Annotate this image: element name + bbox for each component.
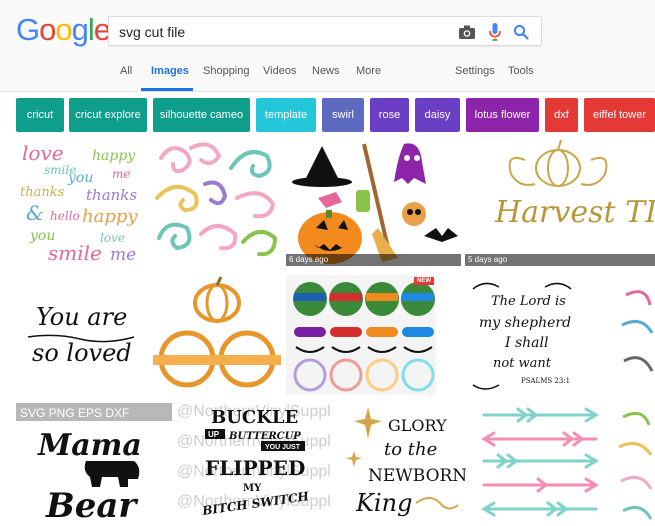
lord-line-1: The Lord is [491,294,566,309]
search-tabs: All Images Shopping Videos News More Set… [0,60,655,92]
result-mama-bear[interactable]: SVG PNG EPS DXF Mama Bear [16,403,172,526]
tab-shopping[interactable]: Shopping [203,65,250,77]
result-halloween[interactable]: 6 days ago [286,138,461,266]
result-love-words[interactable]: love smile happy you me thanks thanks & … [16,138,146,266]
lord-line-3: I shall [504,335,548,351]
word-love-2: love [100,231,125,245]
word-hello: hello [50,209,80,223]
age-badge: 6 days ago [286,254,461,266]
tab-news[interactable]: News [312,65,340,77]
google-logo[interactable]: Google [16,12,111,48]
result-swirls[interactable] [151,138,282,266]
tab-videos[interactable]: Videos [263,65,296,77]
tab-images[interactable]: Images [151,65,189,77]
word-you: you [67,170,93,186]
image-results-grid: love smile happy you me thanks thanks & … [0,138,655,526]
result-arrows[interactable] [478,403,604,526]
buckle-line-5: FLIPPED [205,456,305,480]
buckle-line-3: BUTTERCUP [228,431,301,442]
header: Google All Images Shopping Videos News M… [0,0,655,92]
bear-text: Bear [45,486,138,526]
psalm-ref: PSALMS 23:1 [521,377,570,385]
search-box [108,16,542,47]
word-thanks: thanks [20,185,65,200]
word-thanks-2: thanks [86,186,137,204]
turtle-row-1 [293,282,435,316]
logo-letter: g [71,12,89,47]
lord-line-2: my shepherd [479,315,571,331]
age-badge: 5 days ago [465,254,655,266]
word-smile-2: smile [48,241,102,265]
glory-line-3: NEWBORN [368,466,466,486]
tab-all[interactable]: All [120,65,132,77]
glory-line-2: to the [384,439,437,460]
mama-formats: SVG PNG EPS DXF [20,406,129,420]
result-glory-to-the-newborn-king[interactable]: GLORY to the NEWBORN King [338,403,466,526]
chip-cricut-explore[interactable]: cricut explore [69,98,147,132]
harvest-text: Harvest TIME [494,195,655,230]
loved-text-2: so loved [32,339,132,367]
buckle-line-6: MY [243,483,262,494]
tab-settings[interactable]: Settings [455,65,495,77]
mama-text: Mama [37,428,142,463]
buckle-line-1: BUCKLE [211,407,298,428]
loved-text-1: You are [36,303,127,331]
chip-lotus-flower[interactable]: lotus flower [466,98,539,132]
search-icon[interactable] [511,22,531,42]
chip-swirl[interactable]: swirl [322,98,364,132]
word-happy-2: happy [82,206,138,227]
chip-rose[interactable]: rose [370,98,409,132]
related-searches: cricut cricut explore silhouette cameo t… [0,98,655,132]
buckle-line-4: YOU JUST [265,444,301,451]
word-me-2: me [110,245,136,265]
glory-line-4: King [355,489,412,517]
chip-eiffel-tower[interactable]: eiffel tower [584,98,655,132]
result-the-lord-is-my-shepherd[interactable]: The Lord is my shepherd I shall not want… [465,275,580,395]
result-partial-swirls[interactable] [609,403,655,526]
chip-silhouette-cameo[interactable]: silhouette cameo [153,98,250,132]
result-ninja-turtles[interactable]: NEW [286,275,436,395]
word-love: love [22,141,64,165]
logo-letter: o [39,12,56,47]
turtle-row-3 [293,358,435,392]
word-me: me [112,167,130,181]
search-input[interactable] [119,17,439,47]
chip-cricut[interactable]: cricut [16,98,64,132]
result-pumpkin-monogram[interactable] [151,275,282,395]
result-you-are-so-loved[interactable]: You are so loved [16,275,146,395]
tab-tools[interactable]: Tools [508,65,534,77]
chip-dxf[interactable]: dxf [545,98,578,132]
camera-icon[interactable] [457,22,477,42]
buckle-line-2: UP [208,430,220,439]
word-ampersand: & [26,201,44,225]
tab-more[interactable]: More [356,65,381,77]
logo-letter: G [16,12,40,47]
turtle-row-2 [294,327,434,353]
new-badge: NEW [414,277,434,285]
microphone-icon[interactable] [485,22,505,42]
lord-line-4: not want [493,356,552,371]
active-tab-indicator [141,88,193,91]
chip-daisy[interactable]: daisy [415,98,460,132]
word-happy: happy [92,148,136,164]
logo-letter: o [55,12,72,47]
chip-template[interactable]: template [256,98,316,132]
result-partial-right[interactable] [606,275,655,395]
glory-line-1: GLORY [388,416,447,435]
result-buckle-up-buttercup[interactable]: @NorthernVinylSupply @NorthernVinylSuppl… [177,403,331,526]
result-harvest-time[interactable]: Harvest TIME 5 days ago [465,138,655,266]
